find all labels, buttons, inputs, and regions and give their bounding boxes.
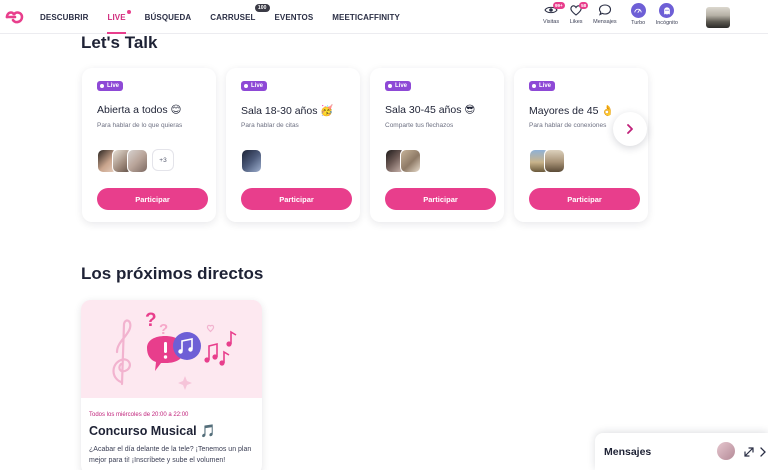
room-title: Mayores de 45 👌 — [529, 105, 615, 117]
meetic-logo-icon[interactable] — [4, 7, 26, 27]
chevron-right-icon[interactable] — [759, 447, 767, 457]
live-badge: Live — [385, 81, 412, 91]
live-badge-label: Live — [539, 83, 552, 89]
room-subtitle: Para hablar de lo que quieras — [97, 122, 183, 129]
participant-avatars — [529, 149, 565, 173]
participar-button[interactable]: Participar — [97, 188, 208, 210]
messages-widget[interactable]: Mensajes — [595, 433, 768, 470]
visitas-label: Visitas — [543, 19, 560, 25]
nav-item-carrusel[interactable]: CARRUSEL 100 — [210, 3, 270, 22]
room-title: Sala 18-30 años 🥳 — [241, 105, 334, 117]
expand-icon[interactable] — [744, 447, 754, 457]
room-card: Live Sala 18-30 años 🥳 Para hablar de ci… — [226, 68, 360, 222]
event-card[interactable]: ? ? Todos los miércoles de 20:00 a 22:00… — [81, 300, 262, 470]
nav-item-descubrir[interactable]: DESCUBRIR — [40, 13, 88, 22]
top-navigation-bar: DESCUBRIR LIVE BÚSQUEDA CARRUSEL 100 EVEN… — [0, 0, 768, 34]
participant-avatar — [127, 149, 148, 173]
carrusel-count-badge: 100 — [254, 3, 270, 12]
participant-avatar — [400, 149, 421, 173]
likes-button[interactable]: 58 Likes — [569, 2, 589, 31]
mensajes-label: Mensajes — [593, 19, 617, 25]
music-quiz-illustration: ? ? — [81, 300, 262, 398]
room-card: Live Sala 30-45 años 😎 Comparte tus flec… — [370, 68, 504, 222]
nav-item-busqueda[interactable]: BÚSQUEDA — [145, 13, 192, 22]
nav-item-carrusel-label: CARRUSEL — [210, 12, 256, 22]
upcoming-title: Los próximos directos — [81, 264, 264, 283]
participar-button[interactable]: Participar — [241, 188, 352, 210]
event-illustration: ? ? — [81, 300, 262, 398]
event-schedule: Todos los miércoles de 20:00 a 22:00 — [89, 412, 189, 418]
live-badge-label: Live — [107, 83, 120, 89]
more-participants-count: +3 — [152, 149, 174, 171]
nav-item-live[interactable]: LIVE — [107, 9, 131, 34]
live-badge: Live — [529, 81, 556, 91]
user-avatar[interactable] — [706, 7, 730, 28]
room-title: Sala 30-45 años 😎 — [385, 104, 476, 116]
room-title: Abierta a todos 😊 — [97, 104, 182, 116]
svg-text:?: ? — [145, 310, 157, 331]
live-badge-label: Live — [395, 83, 408, 89]
room-subtitle: Para hablar de citas — [241, 122, 299, 129]
participar-button[interactable]: Participar — [385, 188, 496, 210]
svg-text:?: ? — [159, 321, 168, 338]
nav-item-live-label: LIVE — [107, 12, 126, 22]
participant-avatar — [544, 149, 565, 173]
live-dot-icon — [388, 84, 392, 88]
chat-bubble-icon — [598, 4, 611, 16]
nav-item-eventos[interactable]: EVENTOS — [275, 13, 314, 22]
participar-button[interactable]: Participar — [529, 188, 640, 210]
event-title: Concurso Musical 🎵 — [89, 424, 216, 438]
live-dot-indicator — [126, 9, 131, 14]
mensajes-button[interactable]: Mensajes — [593, 3, 617, 31]
ghost-icon — [659, 3, 675, 18]
chevron-right-icon — [627, 124, 633, 134]
likes-label: Likes — [569, 19, 583, 25]
turbo-button[interactable]: Turbo — [630, 3, 646, 31]
live-dot-icon — [532, 84, 536, 88]
likes-badge: 58 — [579, 2, 589, 9]
live-dot-icon — [244, 84, 248, 88]
nav-item-meeticaffinity[interactable]: MEETICAFFINITY — [332, 13, 400, 22]
participant-avatars — [241, 149, 262, 173]
live-badge: Live — [97, 81, 124, 91]
live-badge-label: Live — [251, 83, 264, 89]
participant-avatar — [241, 149, 262, 173]
visitas-badge: 99+ — [553, 2, 565, 9]
lets-talk-title: Let's Talk — [81, 33, 158, 52]
participant-avatars: +3 — [97, 149, 174, 173]
carousel-next-button[interactable] — [613, 112, 647, 146]
main-nav: DESCUBRIR LIVE BÚSQUEDA CARRUSEL 100 EVEN… — [40, 0, 419, 34]
turbo-label: Turbo — [631, 20, 646, 26]
event-description: ¿Acabar el día delante de la tele? ¡Tene… — [89, 446, 252, 464]
live-dot-icon — [100, 84, 104, 88]
messages-widget-title: Mensajes — [604, 446, 652, 458]
incognito-button[interactable]: Incógnito — [656, 3, 678, 31]
live-badge: Live — [241, 81, 268, 91]
turbo-gauge-icon — [630, 3, 646, 18]
incognito-label: Incógnito — [655, 20, 678, 26]
talk-rooms-carousel: Live Abierta a todos 😊 Para hablar de lo… — [82, 68, 658, 222]
participant-avatars — [385, 149, 421, 173]
header-actions: 99+ Visitas 58 Likes Mensajes Turbo Incó… — [533, 2, 678, 31]
room-subtitle: Comparte tus flechazos — [385, 122, 454, 129]
visitas-button[interactable]: 99+ Visitas — [543, 2, 565, 31]
room-subtitle: Para hablar de conexiones — [529, 122, 607, 129]
room-card: Live Abierta a todos 😊 Para hablar de lo… — [82, 68, 216, 222]
conversation-avatar[interactable] — [717, 442, 735, 460]
